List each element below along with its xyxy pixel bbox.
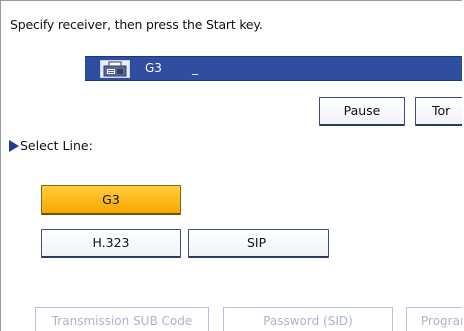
line-option-h323[interactable]: H.323 bbox=[41, 229, 181, 258]
password-sid-button[interactable]: Password (SID) bbox=[223, 307, 393, 331]
fax-machine-icon bbox=[100, 60, 130, 78]
destination-field[interactable]: G3 _ bbox=[85, 56, 462, 81]
program-button[interactable]: Program bbox=[406, 307, 462, 331]
line-option-sip[interactable]: SIP bbox=[188, 229, 329, 258]
selected-line-label: G3 bbox=[145, 61, 162, 75]
select-line-label: Select Line: bbox=[20, 138, 93, 153]
select-line-heading: Select Line: bbox=[9, 138, 93, 153]
tone-button[interactable]: Tor bbox=[415, 97, 462, 126]
line-option-g3[interactable]: G3 bbox=[41, 185, 181, 215]
triangle-arrow-icon bbox=[9, 140, 19, 152]
fax-screen: Specify receiver, then press the Start k… bbox=[0, 0, 462, 331]
pause-button[interactable]: Pause bbox=[319, 97, 405, 126]
instruction-text: Specify receiver, then press the Start k… bbox=[10, 17, 263, 32]
input-cursor: _ bbox=[192, 61, 198, 75]
transmission-sub-code-button[interactable]: Transmission SUB Code bbox=[35, 307, 209, 331]
